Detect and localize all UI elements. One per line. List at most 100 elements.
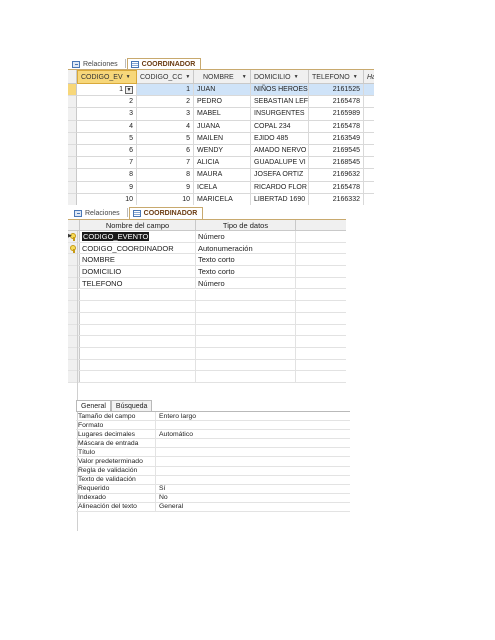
field-row[interactable]: TELEFONO Número	[68, 277, 346, 290]
property-value[interactable]: Automático	[156, 430, 350, 438]
combo-dropdown-icon[interactable]: ▼	[125, 85, 133, 94]
cell-domicilio[interactable]: GUADALUPE VI	[251, 157, 309, 170]
cell-telefono[interactable]: 2163549	[309, 132, 364, 145]
property-value[interactable]	[156, 457, 350, 465]
field-row[interactable]	[68, 336, 346, 348]
cell-codigo-cc[interactable]: 6	[137, 145, 194, 158]
table-row[interactable]: 4 4 JUANA COPAL 234 2165478	[68, 120, 374, 133]
data-type-cell[interactable]	[196, 371, 296, 383]
field-row[interactable]: DOMICILIO Texto corto	[68, 266, 346, 278]
cell-empty[interactable]	[364, 96, 374, 109]
column-header-telefono[interactable]: TELEFONO ▼	[309, 70, 364, 84]
cell-nombre[interactable]: MABEL	[194, 108, 251, 121]
cell-empty[interactable]	[364, 169, 374, 182]
cell-domicilio[interactable]: NIÑOS HEROES	[251, 84, 309, 97]
field-name-cell[interactable]	[80, 289, 196, 301]
property-row[interactable]: Título	[76, 448, 350, 458]
field-name-cell[interactable]	[80, 359, 196, 371]
data-type-cell[interactable]	[196, 348, 296, 359]
property-row[interactable]: Regla de validación	[76, 466, 350, 476]
cell-telefono[interactable]: 2166332	[309, 193, 364, 205]
table-row[interactable]: 1 ▼ 1 JUAN NIÑOS HEROES 2161525	[68, 84, 374, 97]
sort-dropdown-icon[interactable]: ▼	[185, 74, 190, 80]
field-name-cell[interactable]: DOMICILIO	[80, 266, 196, 277]
record-selector[interactable]	[68, 96, 77, 109]
cell-domicilio[interactable]: INSURGENTES	[251, 108, 309, 121]
cell-telefono[interactable]: 2161525	[309, 84, 364, 97]
cell-domicilio[interactable]: EJIDO 485	[251, 132, 309, 145]
cell-nombre[interactable]: MARICELA	[194, 193, 251, 205]
cell-nombre[interactable]: WENDY	[194, 145, 251, 158]
cell-telefono[interactable]: 2168545	[309, 157, 364, 170]
property-row[interactable]: Máscara de entrada	[76, 439, 350, 449]
cell-codigo-ev[interactable]: 8	[77, 169, 137, 182]
table-row[interactable]: 3 3 MABEL INSURGENTES 2165989	[68, 108, 374, 121]
data-type-cell[interactable]	[196, 359, 296, 371]
cell-codigo-cc[interactable]: 9	[137, 181, 194, 194]
cell-codigo-ev[interactable]: 1 ▼	[77, 84, 137, 97]
field-name-cell[interactable]: TELEFONO	[80, 277, 196, 289]
cell-domicilio[interactable]: COPAL 234	[251, 120, 309, 133]
cell-codigo-ev[interactable]: 7	[77, 157, 137, 170]
field-name-cell[interactable]: CODIGO_COORDINADOR	[80, 242, 196, 254]
table-row[interactable]: 9 9 ICELA RICARDO FLOR 2165478	[68, 181, 374, 194]
property-value[interactable]: Sí	[156, 485, 350, 493]
cell-codigo-cc[interactable]: 1	[137, 84, 194, 97]
data-type-cell[interactable]: Autonumeración	[196, 242, 296, 254]
property-value[interactable]	[156, 448, 350, 456]
record-selector[interactable]	[68, 84, 77, 97]
property-row[interactable]: Indexado No	[76, 493, 350, 503]
record-selector[interactable]	[68, 193, 77, 205]
field-name-cell[interactable]	[80, 348, 196, 359]
cell-nombre[interactable]: PEDRO	[194, 96, 251, 109]
cell-nombre[interactable]: ICELA	[194, 181, 251, 194]
description-cell[interactable]	[296, 301, 346, 312]
property-row[interactable]: Alineación del texto General	[76, 502, 350, 513]
cell-domicilio[interactable]: JOSEFA ORTIZ	[251, 169, 309, 182]
cell-codigo-ev[interactable]: 4	[77, 120, 137, 133]
data-type-cell[interactable]	[196, 289, 296, 301]
field-name-cell[interactable]: CODIGO_EVENTO	[80, 231, 196, 242]
field-row[interactable]: NOMBRE Texto corto	[68, 254, 346, 267]
description-cell[interactable]	[296, 266, 346, 277]
sort-dropdown-icon[interactable]: ▼	[294, 74, 299, 80]
description-cell[interactable]	[296, 325, 346, 336]
record-selector[interactable]	[68, 132, 77, 145]
field-row[interactable]: ▶ CODIGO_EVENTO Número	[68, 231, 346, 243]
cell-telefono[interactable]: 2169632	[309, 169, 364, 182]
field-row[interactable]	[68, 312, 346, 325]
property-value[interactable]	[156, 476, 350, 484]
description-cell[interactable]	[296, 313, 346, 324]
description-cell[interactable]	[296, 336, 346, 347]
cell-codigo-cc[interactable]: 3	[137, 108, 194, 121]
field-row[interactable]	[68, 301, 346, 313]
table-row[interactable]: 7 7 ALICIA GUADALUPE VI 2168545	[68, 157, 374, 170]
tab-busqueda[interactable]: Búsqueda	[110, 400, 153, 411]
cell-empty[interactable]	[364, 194, 374, 205]
property-value[interactable]: Entero largo	[156, 412, 350, 420]
field-row[interactable]	[68, 289, 346, 302]
cell-empty[interactable]	[364, 145, 374, 158]
cell-telefono[interactable]: 2165478	[309, 120, 364, 133]
cell-domicilio[interactable]: SEBASTIAN LEF	[251, 96, 309, 109]
column-header-add[interactable]: Ha	[364, 70, 374, 84]
table-row[interactable]: 6 6 WENDY AMADO NERVO 2169545	[68, 145, 374, 158]
field-name-cell[interactable]: NOMBRE	[80, 254, 196, 266]
table-row[interactable]: 2 2 PEDRO SEBASTIAN LEF 2165478	[68, 96, 374, 109]
field-name-cell[interactable]	[80, 324, 196, 336]
cell-empty[interactable]	[364, 108, 374, 121]
column-header-codigo-cc[interactable]: CODIGO_CC ▼	[137, 70, 194, 84]
cell-codigo-ev[interactable]: 6	[77, 145, 137, 158]
cell-codigo-cc[interactable]: 4	[137, 120, 194, 133]
property-row[interactable]: Texto de validación	[76, 475, 350, 485]
data-type-cell[interactable]: Texto corto	[196, 266, 296, 277]
cell-nombre[interactable]: JUANA	[194, 120, 251, 133]
cell-nombre[interactable]: ALICIA	[194, 157, 251, 170]
tab-coordinador[interactable]: COORDINADOR	[128, 207, 204, 219]
cell-telefono[interactable]: 2165478	[309, 96, 364, 109]
property-value[interactable]	[156, 467, 350, 475]
data-type-cell[interactable]	[196, 312, 296, 324]
property-row[interactable]: Valor predeterminado	[76, 457, 350, 467]
cell-codigo-cc[interactable]: 10	[137, 193, 194, 205]
description-cell[interactable]	[296, 278, 346, 289]
